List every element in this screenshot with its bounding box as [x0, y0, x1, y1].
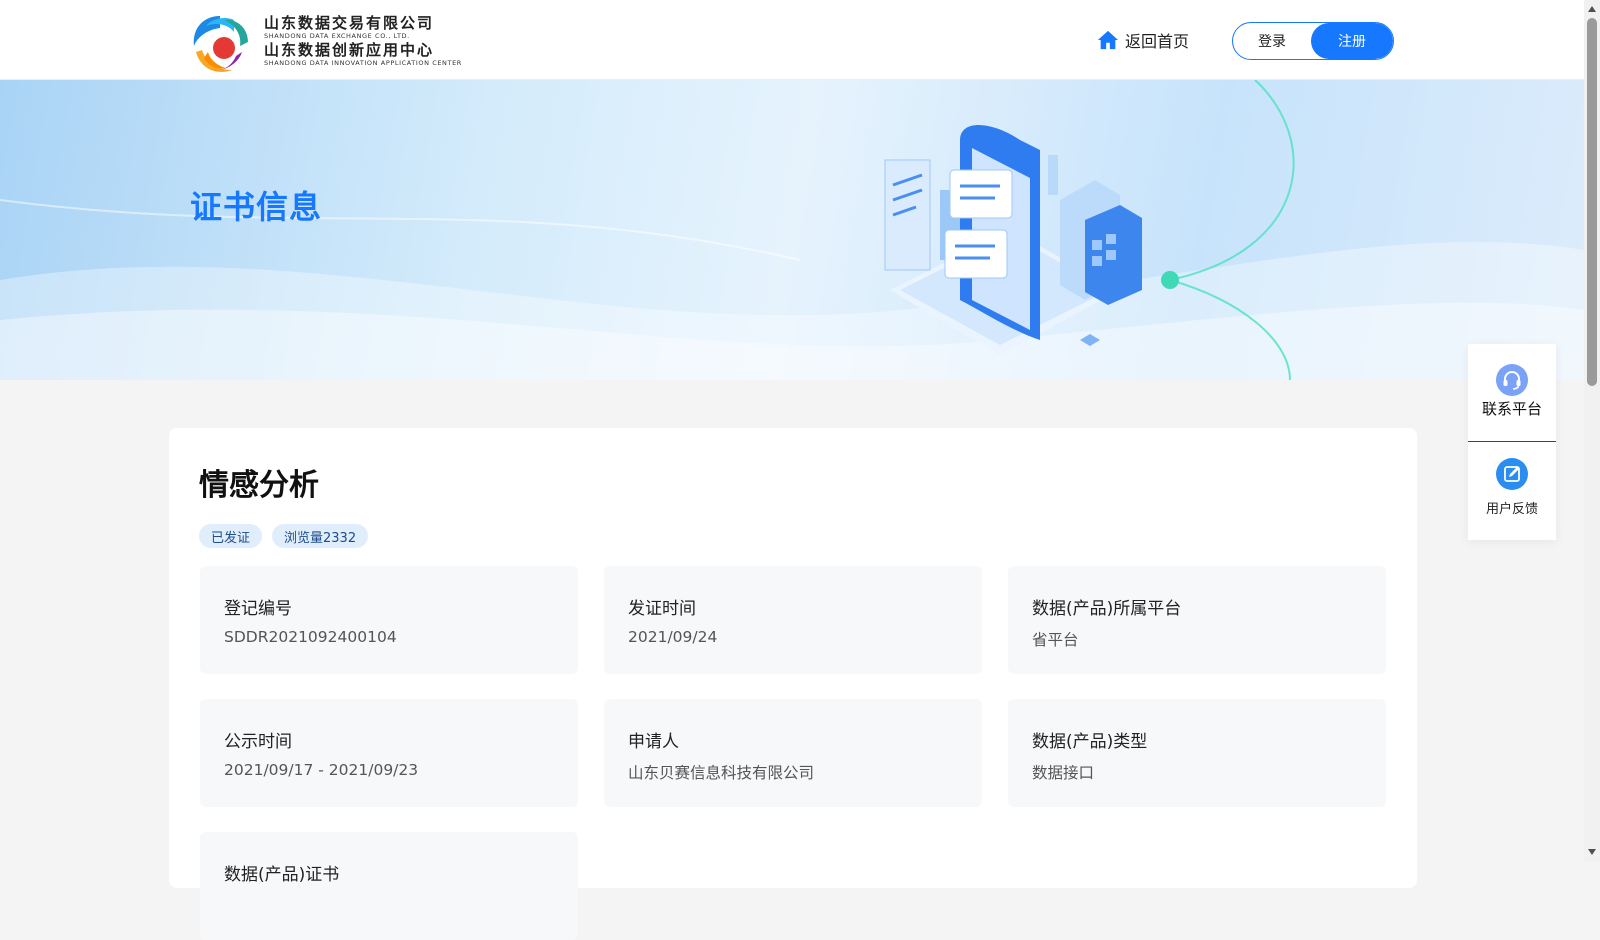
logo-name-cn-2: 山东数据创新应用中心	[264, 41, 435, 59]
status-badge: 已发证	[199, 524, 263, 548]
info-value: 2021/09/24	[628, 628, 718, 646]
scroll-down-arrow-icon[interactable]	[1588, 849, 1596, 855]
certificate-card: 情感分析 已发证 浏览量2332 登记编号 SDDR2021092400104 …	[169, 428, 1417, 940]
headset-icon	[1496, 364, 1528, 396]
info-product-certificate: 数据(产品)证书	[200, 832, 578, 940]
info-product-type: 数据(产品)类型 数据接口	[1008, 699, 1386, 807]
info-label: 公示时间	[224, 732, 292, 752]
info-label: 发证时间	[628, 599, 696, 619]
info-label: 登记编号	[224, 599, 292, 619]
info-value: 山东贝赛信息科技有限公司	[628, 764, 815, 782]
status-tags: 已发证 浏览量2332	[199, 524, 369, 548]
info-label: 申请人	[628, 732, 679, 752]
login-button[interactable]: 登录	[1233, 23, 1311, 59]
back-home-link[interactable]: 返回首页	[1097, 26, 1189, 54]
info-applicant: 申请人 山东贝赛信息科技有限公司	[604, 699, 982, 807]
logo-text: 山东数据交易有限公司 SHANDONG DATA EXCHANGE CO., L…	[264, 14, 464, 68]
register-button[interactable]: 注册	[1311, 23, 1393, 59]
banner-title: 证书信息	[190, 188, 323, 226]
scroll-up-arrow-icon[interactable]	[1588, 6, 1596, 12]
logo-mark-icon	[193, 16, 248, 72]
info-value: 省平台	[1032, 631, 1079, 649]
info-label: 数据(产品)类型	[1032, 732, 1148, 752]
user-feedback-label: 用户反馈	[1485, 502, 1538, 517]
info-value: 2021/09/17 - 2021/09/23	[224, 761, 419, 779]
view-count-badge: 浏览量2332	[272, 524, 369, 548]
info-issue-date: 发证时间 2021/09/24	[604, 566, 982, 674]
hero-banner: 证书信息	[0, 80, 1584, 380]
contact-platform-button[interactable]: 联系平台	[1468, 344, 1556, 440]
info-registration-number: 登记编号 SDDR2021092400104	[200, 566, 578, 674]
scroll-thumb[interactable]	[1587, 18, 1597, 386]
page-scrollbar[interactable]	[1584, 0, 1600, 861]
product-title: 情感分析	[199, 468, 319, 503]
back-home-label: 返回首页	[1125, 32, 1190, 51]
logo-name-en-2: SHANDONG DATA INNOVATION APPLICATION CEN…	[264, 59, 462, 67]
info-label: 数据(产品)所属平台	[1032, 599, 1182, 619]
info-value: 数据接口	[1032, 764, 1095, 782]
logo-name-en-1: SHANDONG DATA EXCHANGE CO., LTD.	[264, 32, 410, 40]
logo-name-cn-1: 山东数据交易有限公司	[264, 14, 435, 32]
banner-waves-decoration	[0, 80, 1584, 380]
certificate-illustration	[884, 125, 1142, 355]
edit-icon	[1496, 458, 1528, 490]
info-label: 数据(产品)证书	[224, 865, 340, 885]
user-feedback-button[interactable]: 用户反馈	[1468, 442, 1556, 538]
contact-platform-label: 联系平台	[1481, 400, 1542, 418]
top-header: 山东数据交易有限公司 SHANDONG DATA EXCHANGE CO., L…	[0, 0, 1584, 80]
info-platform: 数据(产品)所属平台 省平台	[1008, 566, 1386, 674]
home-icon	[1097, 30, 1119, 50]
info-publicity-period: 公示时间 2021/09/17 - 2021/09/23	[200, 699, 578, 807]
company-logo[interactable]: 山东数据交易有限公司 SHANDONG DATA EXCHANGE CO., L…	[190, 12, 461, 76]
auth-buttons: 登录 注册	[1232, 22, 1394, 60]
info-value: SDDR2021092400104	[224, 628, 397, 646]
side-float-panel: 联系平台 用户反馈	[1468, 344, 1556, 540]
